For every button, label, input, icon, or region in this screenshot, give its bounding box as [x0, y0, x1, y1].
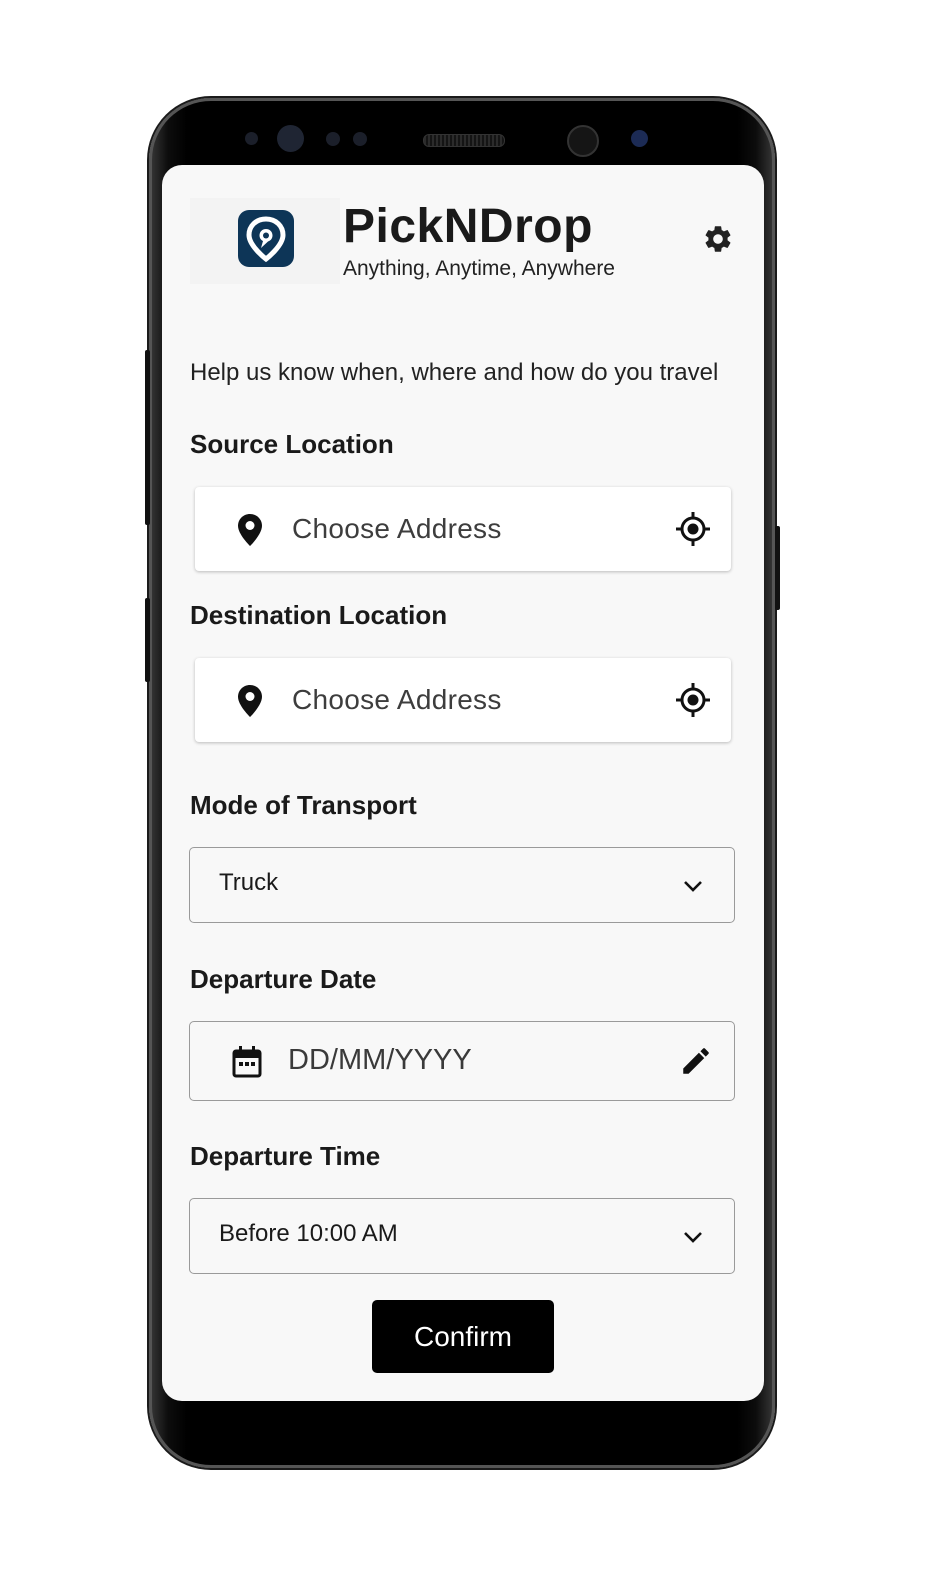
- departure-time-value: Before 10:00 AM: [219, 1220, 398, 1247]
- pencil-icon[interactable]: [679, 1044, 713, 1078]
- iris-led: [631, 130, 648, 147]
- calendar-icon: [231, 1045, 263, 1079]
- front-camera: [277, 125, 304, 152]
- sensor-dot: [326, 132, 340, 146]
- sensor-dot: [353, 132, 367, 146]
- confirm-button[interactable]: Confirm: [372, 1300, 554, 1373]
- intro-text: Help us know when, where and how do you …: [190, 359, 719, 386]
- app-screen: PickNDrop Anything, Anytime, Anywhere He…: [162, 165, 764, 1401]
- destination-address-field[interactable]: Choose Address: [195, 658, 731, 742]
- departure-date-placeholder: DD/MM/YYYY: [288, 1044, 472, 1076]
- bixby-button: [145, 598, 150, 682]
- gps-target-icon[interactable]: [675, 511, 711, 547]
- departure-date-field[interactable]: DD/MM/YYYY: [189, 1021, 735, 1101]
- chevron-down-icon: [682, 879, 704, 893]
- gear-icon[interactable]: [702, 223, 734, 255]
- departure-time-select[interactable]: Before 10:00 AM: [189, 1198, 735, 1274]
- sensor-dot: [245, 132, 258, 145]
- app-tagline: Anything, Anytime, Anywhere: [343, 257, 615, 280]
- transport-mode-label: Mode of Transport: [190, 790, 417, 820]
- earpiece-speaker: [423, 134, 505, 147]
- destination-address-placeholder: Choose Address: [292, 684, 502, 715]
- volume-button: [145, 350, 150, 525]
- source-location-label: Source Location: [190, 429, 394, 459]
- power-button: [775, 526, 780, 610]
- page: PickNDrop Anything, Anytime, Anywhere He…: [0, 0, 928, 1569]
- map-pin-icon: [237, 513, 263, 547]
- location-pin-logo-icon: [238, 210, 294, 267]
- source-address-field[interactable]: Choose Address: [195, 487, 731, 571]
- gps-target-icon[interactable]: [675, 682, 711, 718]
- chevron-down-icon: [682, 1230, 704, 1244]
- map-pin-icon: [237, 684, 263, 718]
- destination-location-label: Destination Location: [190, 600, 448, 630]
- iris-camera: [567, 125, 599, 157]
- departure-time-label: Departure Time: [190, 1141, 381, 1171]
- app-title: PickNDrop: [343, 200, 593, 253]
- transport-mode-select[interactable]: Truck: [189, 847, 735, 923]
- departure-date-label: Departure Date: [190, 964, 377, 994]
- transport-mode-value: Truck: [219, 869, 279, 896]
- source-address-placeholder: Choose Address: [292, 513, 502, 544]
